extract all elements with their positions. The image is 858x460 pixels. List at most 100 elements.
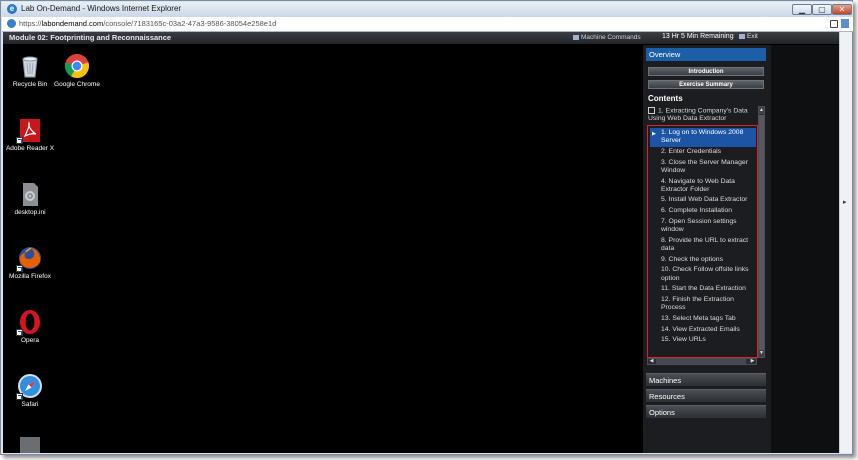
step-label: 6. Complete Installation xyxy=(661,207,733,215)
scroll-thumb[interactable] xyxy=(759,115,764,351)
scroll-right-arrow-icon[interactable]: ▶ xyxy=(749,359,756,364)
options-tab[interactable]: Options xyxy=(646,405,766,418)
scroll-arrow-icon[interactable]: ▸ xyxy=(843,198,847,206)
step-item[interactable]: 13. Select Meta tags Tab xyxy=(650,314,756,325)
page-icon xyxy=(7,19,16,28)
machines-tab[interactable]: Machines xyxy=(646,373,766,386)
desktop-icon-label: Mozilla Firefox xyxy=(9,273,51,280)
monitor-icon xyxy=(573,34,579,40)
step-item[interactable]: 2. Enter Credentials xyxy=(650,147,756,158)
module-title: Module 02: Footprinting and Reconnaissan… xyxy=(9,33,172,42)
step-label: 14. View Extracted Emails xyxy=(661,325,740,333)
step-label: 7. Open Session settings window xyxy=(661,217,737,234)
step-label: 10. Check Follow offsite links option xyxy=(661,266,749,282)
desktop-icon-label: Google Chrome xyxy=(54,81,100,88)
compatibility-view-icon[interactable] xyxy=(841,19,849,28)
machine-commands-label: Machine Commands xyxy=(581,34,641,41)
desktop-icon-label: desktop.ini xyxy=(14,209,46,216)
step-label: 4. Navigate to Web Data Extractor Folder xyxy=(661,177,735,193)
contents-heading: Contents xyxy=(648,94,683,103)
desktop-icon-safari[interactable]: Safari xyxy=(2,373,58,409)
time-remaining: 13 Hr 5 Min Remaining xyxy=(662,33,734,40)
recycle-bin-icon xyxy=(17,53,43,79)
step-label: 3. Close the Server Manager Window xyxy=(661,158,748,174)
maximize-button[interactable]: ▢ xyxy=(812,4,832,15)
scroll-down-arrow-icon[interactable]: ▼ xyxy=(759,350,764,357)
window-title: Lab On-Demand - Windows Internet Explore… xyxy=(21,4,182,13)
step-item[interactable]: 8. Provide the URL to extract data xyxy=(650,236,756,255)
desktop-icon-label: Adobe Reader X xyxy=(5,145,55,152)
contents-vertical-scrollbar[interactable]: ▲ ▼ xyxy=(758,106,765,358)
lab-instructions-panel: Overview Introduction Exercise Summary C… xyxy=(643,45,771,453)
step-item[interactable]: 7. Open Session settings window xyxy=(650,217,756,236)
step-item[interactable]: 4. Navigate to Web Data Extractor Folder xyxy=(650,177,756,196)
section-title: 1. Extracting Company's Data Using Web D… xyxy=(648,107,748,123)
section-item[interactable]: 1. Extracting Company's Data Using Web D… xyxy=(648,107,756,123)
step-label: 12. Finish the Extraction Process xyxy=(661,295,734,312)
step-item[interactable]: 11. Start the Data Extraction xyxy=(650,284,756,295)
exit-button[interactable]: Exit xyxy=(739,33,758,40)
steps-highlight-box: ▶ 1. Log on to Windows 2008 Server 2. Ente… xyxy=(647,125,758,358)
panel-margin xyxy=(771,45,839,453)
scroll-left-arrow-icon[interactable]: ◀ xyxy=(648,359,655,364)
title-bar: e Lab On-Demand - Windows Internet Explo… xyxy=(2,2,853,17)
exercise-summary-button[interactable]: Exercise Summary xyxy=(648,80,764,89)
url-text[interactable]: https://labondemand.com/console/7183165c… xyxy=(19,19,276,28)
overview-tab[interactable]: Overview xyxy=(646,48,766,61)
minimize-button[interactable]: ▁ xyxy=(792,4,812,15)
desktop-icon-label: Safari xyxy=(21,401,39,408)
opera-icon xyxy=(16,309,43,336)
step-item[interactable]: 6. Complete Installation xyxy=(650,206,756,217)
collapse-icon[interactable] xyxy=(648,107,655,114)
step-label: 5. Install Web Data Extractor xyxy=(661,196,748,204)
desktop-icon-desktop-ini[interactable]: desktop.ini xyxy=(2,181,58,217)
step-item[interactable]: 15. View URLs xyxy=(650,335,756,346)
safari-icon xyxy=(16,373,43,400)
shortcut-arrow-icon xyxy=(16,137,23,144)
settings-file-icon xyxy=(17,181,43,207)
shortcut-arrow-icon xyxy=(16,393,23,400)
step-item[interactable]: ▶ 1. Log on to Windows 2008 Server xyxy=(650,128,756,147)
desktop-icon-label: Opera xyxy=(20,337,40,344)
steps-list: ▶ 1. Log on to Windows 2008 Server 2. Ente… xyxy=(650,128,756,346)
chrome-icon xyxy=(64,53,90,79)
scroll-up-arrow-icon[interactable]: ▲ xyxy=(759,107,764,114)
step-label: 13. Select Meta tags Tab xyxy=(661,314,736,322)
desktop-icon-adobe-reader[interactable]: Adobe Reader X xyxy=(2,117,58,153)
lab-console: Module 02: Footprinting and Reconnaissan… xyxy=(3,32,839,453)
browser-window: e Lab On-Demand - Windows Internet Explo… xyxy=(0,0,853,455)
desktop-icon-google-chrome[interactable]: Google Chrome xyxy=(49,53,105,89)
step-item[interactable]: 12. Finish the Extraction Process xyxy=(650,295,756,314)
current-step-arrow-icon: ▶ xyxy=(652,131,656,137)
partial-desktop-icon[interactable] xyxy=(20,437,40,453)
step-item[interactable]: 5. Install Web Data Extractor xyxy=(650,195,756,206)
machine-commands-button[interactable]: Machine Commands xyxy=(573,34,641,41)
url-prefix: https:// xyxy=(19,19,42,28)
step-item[interactable]: 14. View Extracted Emails xyxy=(650,325,756,336)
step-item[interactable]: 10. Check Follow offsite links option xyxy=(650,265,756,284)
introduction-button[interactable]: Introduction xyxy=(648,67,764,76)
close-button[interactable]: ✕ xyxy=(832,4,852,15)
internet-explorer-icon: e xyxy=(7,4,17,14)
scroll-thumb-horizontal[interactable] xyxy=(656,359,746,364)
resources-tab[interactable]: Resources xyxy=(646,389,766,402)
browser-vertical-scrollbar[interactable]: ▸ xyxy=(839,32,852,453)
desktop-icon-opera[interactable]: Opera xyxy=(2,309,58,345)
machines-label: Machines xyxy=(649,376,682,385)
options-label: Options xyxy=(649,408,675,417)
lock-icon[interactable] xyxy=(830,20,838,28)
step-label: 8. Provide the URL to extract data xyxy=(661,236,749,252)
step-item[interactable]: 3. Close the Server Manager Window xyxy=(650,158,756,177)
contents-horizontal-scrollbar[interactable]: ◀ ▶ xyxy=(647,358,757,365)
desktop-icon-mozilla-firefox[interactable]: Mozilla Firefox xyxy=(2,245,58,281)
url-path: /console/7183165c-03a2-47a3-9586-38054e2… xyxy=(103,19,277,28)
url-domain: labondemand.com xyxy=(41,19,104,28)
step-item[interactable]: 9. Check the options xyxy=(650,255,756,266)
exit-label: Exit xyxy=(747,33,758,40)
step-label: 9. Check the options xyxy=(661,255,723,263)
address-bar[interactable]: https://labondemand.com/console/7183165c… xyxy=(2,17,853,32)
overview-label: Overview xyxy=(649,50,681,59)
resources-label: Resources xyxy=(649,392,685,401)
step-label: 11. Start the Data Extraction xyxy=(661,285,746,293)
shortcut-arrow-icon xyxy=(16,265,23,272)
